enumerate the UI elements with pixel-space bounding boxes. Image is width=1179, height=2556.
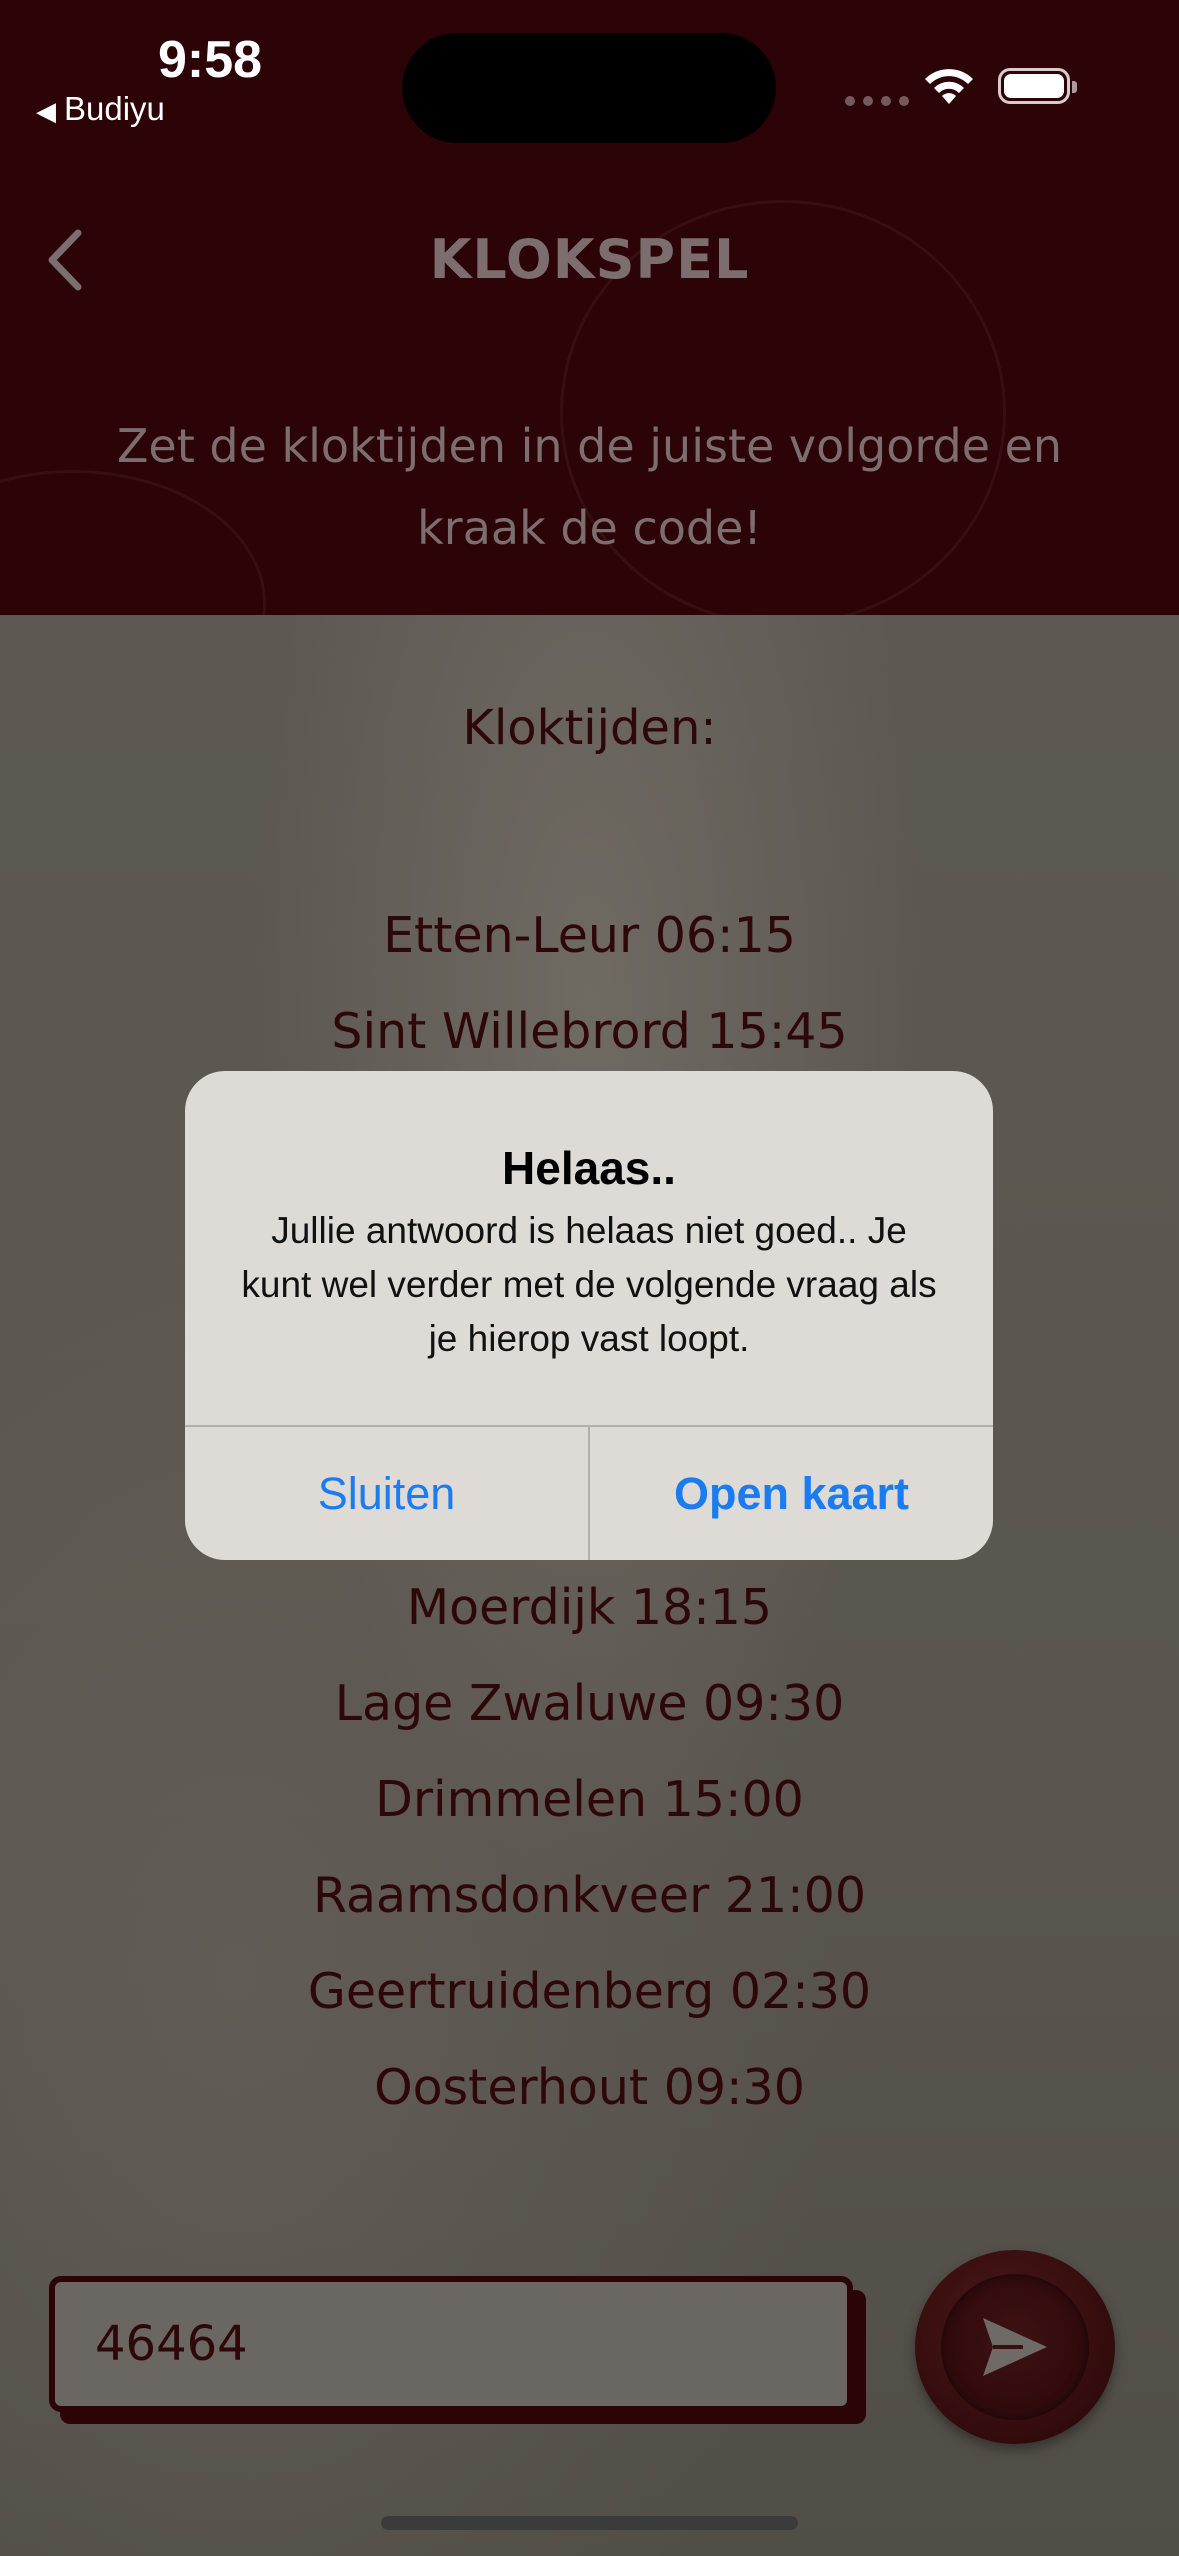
open-map-button[interactable]: Open kaart [590, 1427, 993, 1560]
dynamic-island [402, 33, 776, 143]
time-row: Drimmelen 15:00 [375, 1771, 804, 1828]
cellular-signal-icon [845, 96, 909, 106]
alert-title: Helaas.. [502, 1142, 676, 1194]
home-indicator[interactable] [381, 2516, 798, 2530]
time-row: Geertruidenberg 02:30 [307, 1963, 872, 2020]
status-time: 9:58 [158, 31, 263, 89]
paper-plane-icon [983, 2318, 1047, 2376]
page-subtitle: Zet de kloktijden in de juiste volgorde … [116, 419, 1063, 555]
wifi-icon [925, 69, 973, 104]
close-button[interactable]: Sluiten [185, 1427, 588, 1560]
time-row: Oosterhout 09:30 [374, 2059, 805, 2116]
page-title: KLOKSPEL [429, 228, 750, 291]
code-input[interactable] [49, 2276, 853, 2412]
alert-message: Jullie antwoord is helaas niet goed.. Je… [241, 1210, 937, 1359]
time-row: Raamsdonkveer 21:00 [312, 1867, 867, 1924]
status-back-label: Budiyu [64, 90, 165, 127]
time-row: Lage Zwaluwe 09:30 [334, 1675, 845, 1732]
time-row: Etten-Leur 06:15 [383, 907, 796, 964]
battery-icon [998, 68, 1077, 104]
alert-dialog: Helaas.. Jullie antwoord is helaas niet … [185, 1071, 993, 1560]
time-row: Moerdijk 18:15 [406, 1579, 773, 1636]
status-back-app[interactable]: ◀ Budiyu [36, 90, 165, 128]
send-button[interactable] [915, 2250, 1115, 2444]
time-row: Sint Willebrord 15:45 [331, 1003, 848, 1060]
back-triangle-icon: ◀ [36, 96, 56, 126]
header: 9:58 ◀ Budiyu KLOKSPEL Zet de kloktijden … [0, 0, 1179, 615]
clock-times-heading: Kloktijden: [462, 700, 717, 756]
